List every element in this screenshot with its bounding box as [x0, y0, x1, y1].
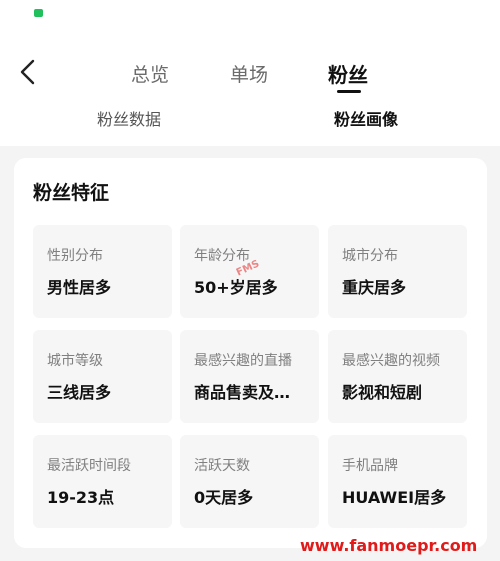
feature-value: 50+岁居多: [194, 278, 278, 297]
feature-cell-active-days: 活跃天数 0天居多: [180, 435, 319, 528]
feature-value: 0天居多: [194, 488, 254, 507]
feature-value: 男性居多: [47, 278, 112, 297]
subtab-fans-data[interactable]: 粉丝数据: [97, 106, 161, 130]
feature-value: 重庆居多: [342, 278, 407, 297]
back-icon[interactable]: [17, 58, 39, 86]
feature-value: HUAWEI居多: [342, 488, 447, 507]
feature-label: 最感兴趣的视频: [342, 353, 440, 369]
feature-value: 三线居多: [47, 383, 112, 402]
feature-label: 活跃天数: [194, 458, 250, 474]
header: 总览 单场 粉丝 粉丝数据 粉丝画像: [0, 0, 500, 146]
feature-cell-city: 城市分布 重庆居多: [328, 225, 467, 318]
wechat-icon: [34, 9, 43, 17]
feature-label: 城市等级: [47, 353, 103, 369]
watermark-url: www.fanmoepr.com: [300, 536, 478, 555]
feature-cell-gender: 性别分布 男性居多: [33, 225, 172, 318]
feature-label: 年龄分布: [194, 248, 250, 264]
feature-value: 19-23点: [47, 488, 115, 507]
card-title: 粉丝特征: [33, 182, 110, 204]
feature-label: 最感兴趣的直播: [194, 353, 292, 369]
feature-label: 城市分布: [342, 248, 398, 264]
tab-overview[interactable]: 总览: [131, 60, 169, 87]
feature-cell-active-time: 最活跃时间段 19-23点: [33, 435, 172, 528]
fans-features-card: 粉丝特征 性别分布 男性居多 年龄分布 50+岁居多 城市分布 重庆居多 城市等…: [14, 158, 487, 548]
feature-label: 最活跃时间段: [47, 458, 131, 474]
subtab-fans-portrait[interactable]: 粉丝画像: [334, 106, 398, 130]
feature-value: 商品售卖及…: [194, 383, 291, 402]
tab-single-session[interactable]: 单场: [230, 60, 268, 87]
feature-cell-video-interest: 最感兴趣的视频 影视和短剧: [328, 330, 467, 423]
feature-label: 手机品牌: [342, 458, 398, 474]
tab-fans[interactable]: 粉丝: [328, 59, 368, 88]
feature-cell-live-interest: 最感兴趣的直播 商品售卖及…: [180, 330, 319, 423]
active-tab-indicator: [337, 90, 361, 93]
feature-cell-phone-brand: 手机品牌 HUAWEI居多: [328, 435, 467, 528]
feature-value: 影视和短剧: [342, 383, 423, 402]
feature-cell-city-level: 城市等级 三线居多: [33, 330, 172, 423]
feature-label: 性别分布: [47, 248, 103, 264]
